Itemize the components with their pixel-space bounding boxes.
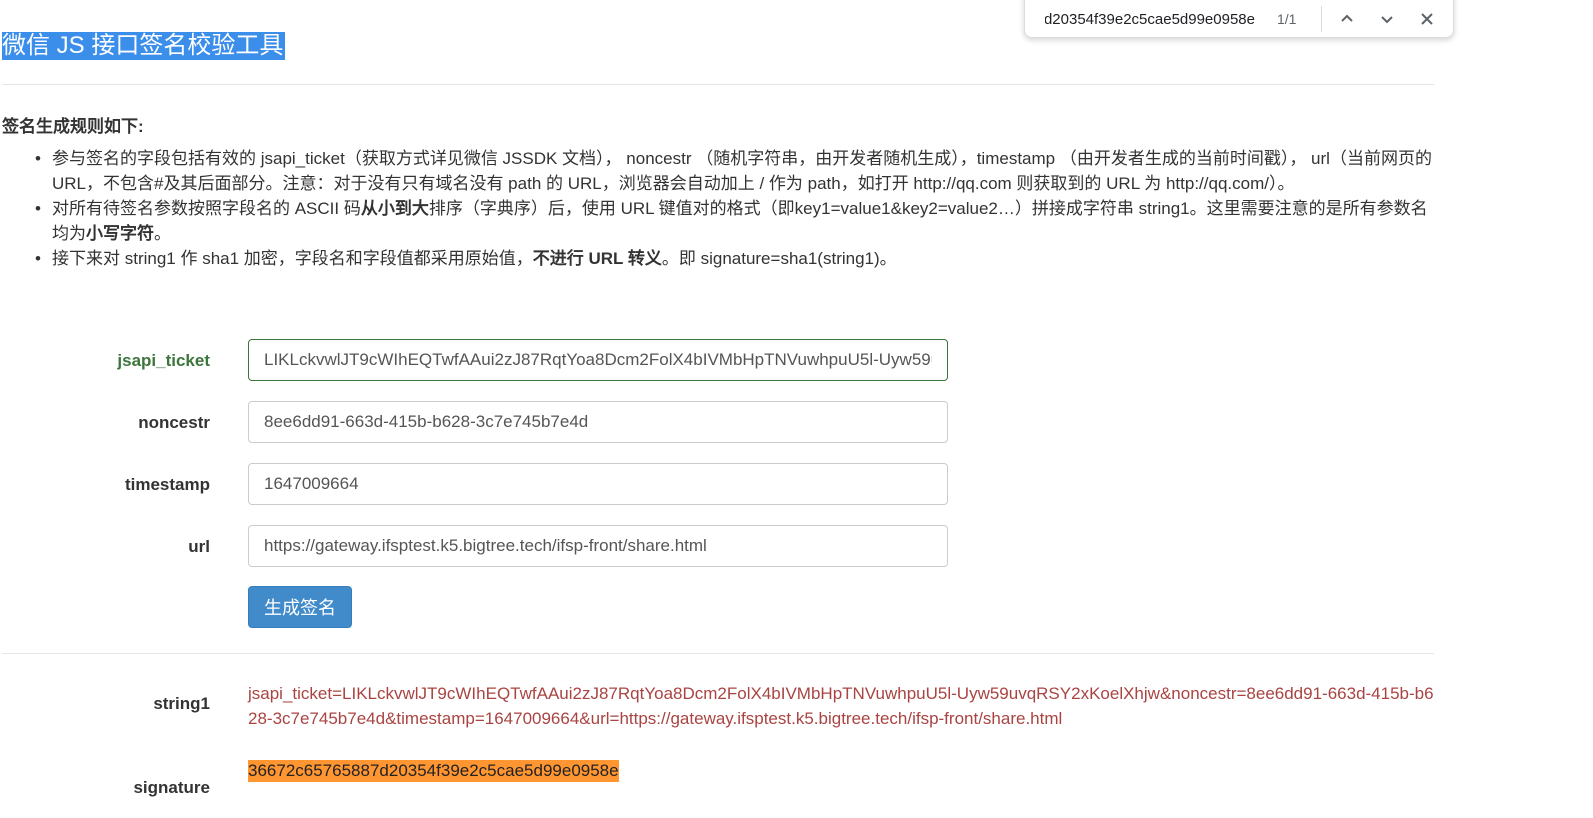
timestamp-label: timestamp — [124, 475, 210, 494]
generate-signature-button[interactable]: 生成签名 — [248, 586, 352, 628]
url-label: url — [188, 537, 210, 556]
string1-value: jsapi_ticket=LIKLckvwlJT9cWIhEQTwfAAui2z… — [248, 684, 1434, 728]
find-in-page-bar: 1/1 — [1024, 0, 1454, 38]
timestamp-input[interactable] — [248, 463, 948, 505]
rule-item: 参与签名的字段包括有效的 jsapi_ticket（获取方式详见微信 JSSDK… — [35, 146, 1432, 196]
noncestr-input[interactable] — [248, 401, 948, 443]
string1-label: string1 — [153, 694, 210, 713]
page-title: 微信 JS 接口签名校验工具 — [2, 32, 286, 60]
url-input[interactable] — [248, 525, 948, 567]
noncestr-label: noncestr — [138, 413, 210, 432]
signature-value: 36672c65765887d20354f39e2c5cae5d99e0958e — [248, 760, 619, 782]
find-next-button[interactable] — [1372, 4, 1402, 34]
find-match-count: 1/1 — [1277, 11, 1297, 27]
find-input[interactable] — [1043, 9, 1257, 29]
rules-heading: 签名生成规则如下: — [2, 117, 144, 136]
find-close-button[interactable] — [1412, 4, 1442, 34]
rule-item: 对所有待签名参数按照字段名的 ASCII 码从小到大排序（字典序）后，使用 UR… — [35, 196, 1432, 246]
chevron-down-icon — [1381, 16, 1393, 24]
find-divider — [1321, 6, 1322, 32]
rules-list: 参与签名的字段包括有效的 jsapi_ticket（获取方式详见微信 JSSDK… — [35, 146, 1432, 271]
chevron-up-icon — [1341, 14, 1353, 22]
result-divider — [2, 653, 1434, 654]
title-divider — [2, 84, 1434, 85]
signature-label: signature — [133, 778, 210, 797]
jsapi-ticket-label: jsapi_ticket — [117, 351, 210, 370]
rule-item: 接下来对 string1 作 sha1 加密，字段名和字段值都采用原始值，不进行… — [35, 246, 1432, 271]
close-icon — [1421, 13, 1433, 25]
jsapi-ticket-input[interactable] — [248, 339, 948, 381]
find-previous-button[interactable] — [1332, 4, 1362, 34]
